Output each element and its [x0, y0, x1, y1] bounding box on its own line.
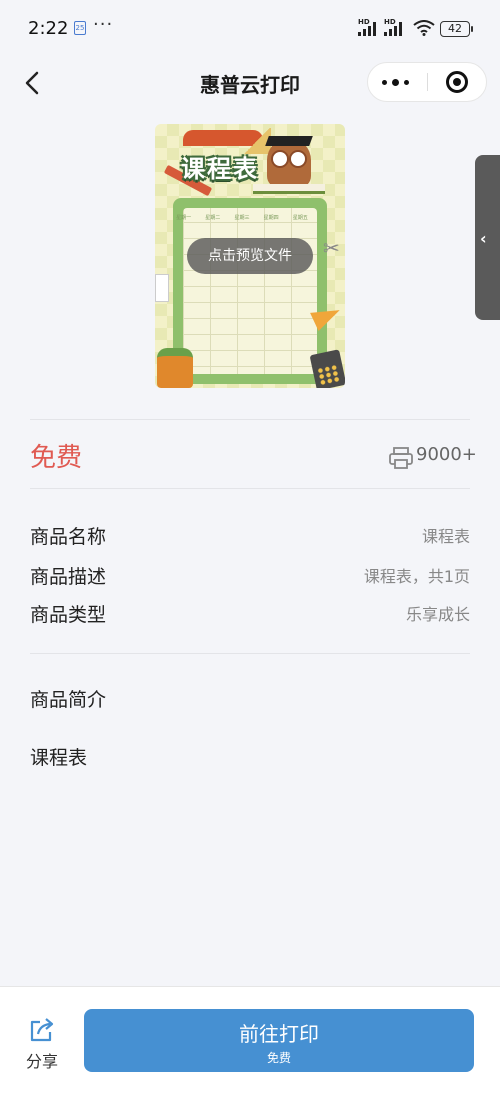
cell-signal-icon: HD: [358, 18, 380, 36]
print-button-label: 前往打印: [239, 1022, 319, 1046]
share-label: 分享: [25, 1052, 58, 1071]
share-icon: [30, 1018, 54, 1042]
signal-hd-label: HD: [384, 18, 396, 26]
thumbnail-title: 课程表: [181, 155, 259, 183]
calculator-illustration: [309, 349, 345, 388]
paper-illustration: [155, 274, 169, 302]
chevron-left-icon: ‹: [480, 229, 487, 248]
print-button-price: 免费: [266, 1051, 291, 1065]
weekday-label: 星期二: [205, 215, 221, 221]
intro-body: 课程表: [30, 747, 88, 769]
more-dots-icon: [382, 80, 387, 85]
notification-badge-icon: 25: [74, 21, 86, 35]
detail-value: 课程表，共1页: [363, 567, 470, 586]
wifi-icon: [413, 20, 435, 36]
file-preview-thumbnail[interactable]: 课程表 星期一 星期二 星期三 星期四 星期五 ✂ 点击预览文件: [155, 124, 345, 388]
mini-program-capsule: [367, 62, 487, 102]
detail-value: 乐享成长: [405, 605, 470, 624]
nav-bar: 惠普云打印: [0, 58, 500, 108]
status-bar: 2:22 25 ··· HD HD 42: [0, 0, 500, 58]
chevron-left-icon: [25, 71, 39, 95]
divider: [30, 419, 470, 420]
price-label: 免费: [30, 443, 83, 473]
close-button[interactable]: [428, 63, 486, 101]
bottom-action-bar: 分享 前往打印 免费: [0, 986, 500, 1099]
detail-row-name: 商品名称 课程表: [30, 522, 470, 552]
detail-label: 商品名称: [30, 526, 107, 548]
weekday-label: 星期五: [292, 215, 308, 221]
weekday-header: 星期一 星期二 星期三 星期四 星期五: [169, 214, 315, 221]
go-to-print-button[interactable]: 前往打印 免费: [84, 1009, 474, 1072]
detail-value: 课程表: [421, 527, 470, 546]
detail-label: 商品类型: [30, 604, 107, 626]
schedule-grid: [183, 208, 317, 374]
share-button[interactable]: 分享: [14, 1014, 70, 1071]
divider: [30, 653, 470, 654]
graduation-cap-illustration: [265, 136, 313, 146]
battery-icon: 42: [440, 21, 473, 37]
back-button[interactable]: [18, 68, 48, 98]
side-drawer-toggle[interactable]: ‹: [475, 155, 500, 320]
cell-signal-icon: HD: [384, 18, 406, 36]
schedule-board: [173, 198, 327, 384]
intro-heading: 商品简介: [30, 689, 107, 711]
status-time: 2:22: [28, 18, 69, 39]
signal-hd-label: HD: [358, 18, 370, 26]
print-count-value: 9000+: [416, 444, 477, 465]
weekday-label: 星期四: [263, 215, 279, 221]
book-illustration: [253, 184, 325, 194]
status-overflow-icon: ···: [93, 14, 114, 35]
detail-row-type: 商品类型 乐享成长: [30, 600, 470, 630]
divider: [30, 488, 470, 489]
printer-icon: [389, 447, 413, 469]
scissors-icon: ✂: [323, 236, 340, 260]
detail-row-description: 商品描述 课程表，共1页: [30, 562, 470, 592]
weekday-label: 星期一: [176, 215, 192, 221]
more-button[interactable]: [368, 63, 426, 101]
detail-label: 商品描述: [30, 566, 107, 588]
preview-file-button[interactable]: 点击预览文件: [187, 238, 313, 274]
weekday-label: 星期三: [234, 215, 250, 221]
backpack-illustration: [157, 348, 193, 388]
